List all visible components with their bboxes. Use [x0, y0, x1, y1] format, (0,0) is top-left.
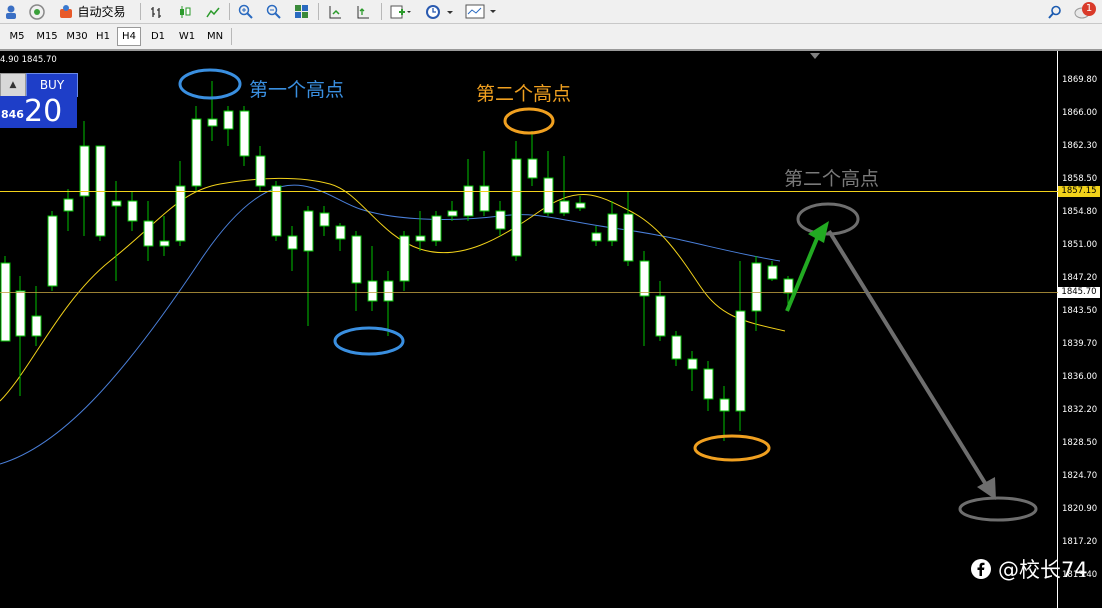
level-price-tag: 1857.15 — [1058, 186, 1100, 197]
high-2-ellipse[interactable] — [503, 107, 555, 135]
target-ellipse[interactable] — [958, 496, 1038, 522]
annotation-second-high: 第二个高点 — [476, 83, 572, 105]
zoom-in-icon[interactable] — [236, 2, 254, 21]
green-arrow[interactable] — [785, 235, 820, 312]
axis-label: 1820.90 — [1062, 504, 1098, 514]
clock-icon — [426, 4, 453, 19]
add-indicator-icon — [390, 5, 411, 18]
annotation-first-high: 第一个高点 — [249, 79, 345, 101]
current-price-tag: 1845.70 — [1058, 287, 1100, 298]
tf-h1[interactable]: H1 — [92, 28, 114, 45]
axis-label: 1817.20 — [1062, 537, 1098, 547]
collapse-arrow-icon[interactable]: ▲ — [0, 73, 26, 97]
axis-label: 1858.50 — [1062, 174, 1098, 184]
axis-label: 1869.80 — [1062, 75, 1098, 85]
tf-m15[interactable]: M15 — [32, 28, 62, 45]
timeframe-bar: M5 M15 M30 H1 H4 D1 W1 MN — [0, 24, 1102, 51]
bar-chart-icon[interactable] — [148, 2, 166, 21]
high-3-ellipse[interactable] — [796, 202, 860, 236]
periods-dropdown[interactable] — [424, 2, 454, 21]
axis-label: 1828.50 — [1062, 438, 1098, 448]
axis-label: 1866.00 — [1062, 108, 1098, 118]
tf-h4[interactable]: H4 — [117, 27, 141, 46]
axis-label: 1843.50 — [1062, 306, 1098, 316]
watermark-text: @校长74 — [998, 558, 1088, 582]
autotrade-button[interactable]: 自动交易 — [56, 2, 128, 21]
axis-label: 1851.00 — [1062, 240, 1098, 250]
main-toolbar: 自动交易 1 — [0, 0, 1102, 24]
axis-label: 1832.20 — [1062, 405, 1098, 415]
tf-m30[interactable]: M30 — [62, 28, 92, 45]
price-chart[interactable]: 1857.15 1845.70 1869.80 1866.00 1862.30 … — [0, 51, 1102, 608]
low-1-ellipse[interactable] — [333, 326, 405, 356]
axis-label: 1839.70 — [1062, 339, 1098, 349]
autotrade-label: 自动交易 — [77, 5, 126, 19]
ohlc-readout: 4.90 1845.70 — [0, 55, 57, 65]
axis-label: 1862.30 — [1062, 141, 1098, 151]
tf-d1[interactable]: D1 — [146, 28, 170, 45]
template-icon — [465, 4, 496, 19]
annotation-projected-high: 第二个高点 — [784, 168, 880, 190]
gray-arrow[interactable] — [827, 229, 992, 493]
zoom-out-icon[interactable] — [264, 2, 282, 21]
search-icon[interactable] — [1046, 2, 1064, 21]
axis-label: 1836.00 — [1062, 372, 1098, 382]
buy-price-small: 846 — [1, 108, 24, 121]
autoscroll-icon[interactable] — [354, 2, 372, 21]
facebook-icon — [971, 559, 991, 579]
tf-w1[interactable]: W1 — [174, 28, 200, 45]
chart-shift-icon[interactable] — [326, 2, 344, 21]
candlestick-icon[interactable] — [176, 2, 194, 21]
account-icon[interactable] — [2, 2, 20, 21]
indicators-dropdown[interactable] — [388, 2, 414, 21]
low-2-ellipse[interactable] — [693, 434, 771, 462]
templates-dropdown[interactable] — [464, 2, 498, 21]
axis-label: 1847.20 — [1062, 273, 1098, 283]
tf-mn[interactable]: MN — [202, 28, 228, 45]
axis-label: 1854.80 — [1062, 207, 1098, 217]
watermark: @校长74 — [970, 554, 1088, 584]
line-chart-icon[interactable] — [204, 2, 222, 21]
axis-label: 1824.70 — [1062, 471, 1098, 481]
notification-badge: 1 — [1082, 2, 1096, 16]
buy-price-big: 20 — [24, 94, 63, 129]
buy-price-box[interactable]: 846 20 — [0, 96, 77, 128]
high-1-ellipse[interactable] — [178, 68, 242, 100]
signal-icon[interactable] — [28, 2, 46, 21]
annotation-layer — [178, 68, 1038, 522]
notifications-button[interactable]: 1 — [1074, 2, 1098, 21]
autotrade-icon — [60, 4, 73, 18]
tile-windows-icon[interactable] — [292, 2, 310, 21]
tf-m5[interactable]: M5 — [4, 28, 30, 45]
